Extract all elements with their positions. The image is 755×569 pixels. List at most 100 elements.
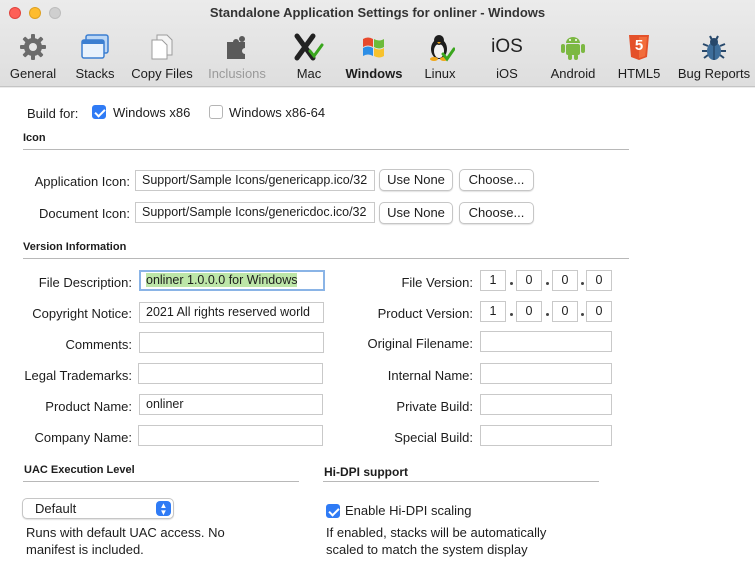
- legal-trademarks-label: Legal Trademarks:: [24, 368, 132, 383]
- file-description-label: File Description:: [38, 275, 132, 290]
- enable-hidpi-label: Enable Hi-DPI scaling: [345, 503, 472, 518]
- tab-linux-label: Linux: [424, 66, 456, 81]
- product-version-minor-field[interactable]: 0: [516, 301, 542, 322]
- original-filename-field[interactable]: [480, 331, 612, 352]
- settings-window: Standalone Application Settings for onli…: [0, 0, 755, 569]
- uac-description: Runs with default UAC access. No manifes…: [26, 525, 225, 557]
- tab-ios-label: iOS: [496, 66, 518, 81]
- windows-x86-64-checkbox[interactable]: [209, 105, 223, 119]
- product-version-build-field[interactable]: 0: [586, 301, 612, 322]
- tab-windows-label: Windows: [345, 66, 403, 81]
- gear-icon: [16, 31, 50, 63]
- hidpi-section-title: Hi-DPI support: [324, 465, 408, 479]
- document-icon-use-none-button[interactable]: Use None: [379, 202, 453, 224]
- application-icon-label: Application Icon:: [34, 174, 130, 189]
- tux-penguin-icon: [423, 31, 457, 63]
- product-name-field[interactable]: onliner: [139, 394, 323, 415]
- select-arrows-icon: ▲ ▼: [156, 501, 171, 517]
- tab-stacks-label: Stacks: [75, 66, 115, 81]
- tab-general-label: General: [9, 66, 57, 81]
- tab-bug-reports[interactable]: Bug Reports: [676, 31, 752, 83]
- company-name-field[interactable]: [138, 425, 323, 446]
- copy-files-icon: [145, 31, 179, 63]
- bug-icon: [697, 31, 731, 63]
- toolbar: General Stacks Copy Files Inclusions Mac…: [0, 27, 755, 87]
- special-build-field[interactable]: [480, 425, 612, 446]
- window-title: Standalone Application Settings for onli…: [209, 5, 546, 20]
- special-build-label: Special Build:: [394, 430, 473, 445]
- uac-section-divider: [23, 481, 299, 482]
- copyright-notice-field[interactable]: 2021 All rights reserved world: [139, 302, 324, 323]
- file-version-minor-field[interactable]: 0: [516, 270, 542, 291]
- file-version-build-field[interactable]: 0: [586, 270, 612, 291]
- file-version-major-field[interactable]: 1: [480, 270, 506, 291]
- comments-label: Comments:: [65, 337, 132, 352]
- hidpi-section-divider: [323, 481, 599, 482]
- ios-text-icon: iOS: [491, 36, 523, 57]
- windows-x86-checkbox[interactable]: [92, 105, 106, 119]
- product-version-label: Product Version:: [377, 306, 473, 321]
- tab-inclusions-label: Inclusions: [208, 66, 266, 81]
- icon-section-title: Icon: [23, 132, 46, 144]
- hidpi-description: If enabled, stacks will be automatically…: [326, 525, 547, 557]
- document-icon-label: Document Icon:: [38, 206, 130, 221]
- application-icon-field[interactable]: 32/Support/Sample Icons/genericapp.ico: [135, 170, 375, 191]
- stacks-window-icon: [78, 31, 112, 63]
- company-name-label: Company Name:: [34, 430, 132, 445]
- tab-android[interactable]: Android: [535, 31, 611, 83]
- version-separator-dot: [510, 282, 513, 285]
- private-build-field[interactable]: [480, 394, 612, 415]
- uac-level-select[interactable]: Default ▲ ▼: [22, 498, 174, 519]
- application-icon-choose-button[interactable]: Choose...: [459, 169, 534, 191]
- internal-name-field[interactable]: [480, 363, 612, 384]
- tab-stacks[interactable]: Stacks: [57, 31, 133, 83]
- internal-name-label: Internal Name:: [387, 368, 473, 383]
- file-description-field[interactable]: onliner 1.0.0.0 for Windows: [139, 270, 325, 291]
- title-bar: Standalone Application Settings for onli…: [0, 0, 755, 87]
- version-separator-dot: [510, 313, 513, 316]
- tab-bug-reports-label: Bug Reports: [677, 66, 751, 81]
- version-section-divider: [23, 258, 629, 259]
- uac-section-title: UAC Execution Level: [24, 464, 135, 476]
- android-robot-icon: [556, 31, 590, 63]
- file-version-label: File Version:: [401, 275, 473, 290]
- tab-html5-label: HTML5: [617, 66, 661, 81]
- version-separator-dot: [546, 313, 549, 316]
- original-filename-label: Original Filename:: [367, 336, 474, 351]
- tab-ios[interactable]: iOS iOS: [469, 31, 545, 83]
- product-name-label: Product Name:: [45, 399, 132, 414]
- document-icon-field[interactable]: 32/Support/Sample Icons/genericdoc.ico: [135, 202, 375, 223]
- windows-x86-64-label: Windows x86-64: [229, 105, 326, 120]
- version-separator-dot: [546, 282, 549, 285]
- legal-trademarks-field[interactable]: [138, 363, 323, 384]
- mac-x-icon: [292, 31, 326, 63]
- file-version-patch-field[interactable]: 0: [552, 270, 578, 291]
- version-separator-dot: [581, 282, 584, 285]
- icon-section-divider: [23, 149, 629, 150]
- windows-settings-panel: Build for: Windows x86 Windows x86-64 Ic…: [0, 88, 755, 569]
- version-section-title: Version Information: [23, 241, 127, 253]
- tab-mac-label: Mac: [296, 66, 322, 81]
- version-separator-dot: [581, 313, 584, 316]
- tab-copy-files[interactable]: Copy Files: [124, 31, 200, 83]
- html5-shield-icon: 5: [622, 31, 656, 63]
- tab-linux[interactable]: Linux: [402, 31, 478, 83]
- document-icon-choose-button[interactable]: Choose...: [459, 202, 534, 224]
- product-version-patch-field[interactable]: 0: [552, 301, 578, 322]
- tab-android-label: Android: [550, 66, 596, 81]
- application-icon-use-none-button[interactable]: Use None: [379, 169, 453, 191]
- build-for-label: Build for:: [27, 106, 79, 121]
- puzzle-piece-icon: [220, 31, 254, 63]
- windows-x86-label: Windows x86: [113, 105, 191, 120]
- uac-level-value: Default: [35, 501, 77, 516]
- private-build-label: Private Build:: [396, 399, 473, 414]
- tab-inclusions[interactable]: Inclusions: [199, 31, 275, 83]
- tab-windows[interactable]: Windows: [336, 31, 412, 83]
- copyright-notice-label: Copyright Notice:: [32, 306, 132, 321]
- tab-html5[interactable]: 5 HTML5: [601, 31, 677, 83]
- product-version-major-field[interactable]: 1: [480, 301, 506, 322]
- enable-hidpi-checkbox[interactable]: [326, 504, 340, 518]
- comments-field[interactable]: [139, 332, 324, 353]
- tab-copy-files-label: Copy Files: [131, 66, 193, 81]
- windows-logo-icon: [357, 31, 391, 63]
